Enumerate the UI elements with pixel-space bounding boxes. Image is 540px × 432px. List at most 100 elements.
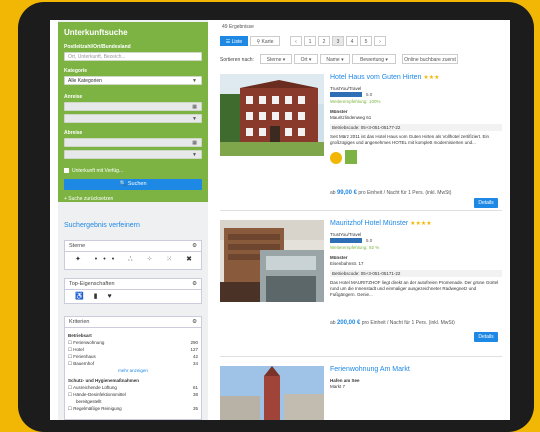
criteria-item[interactable]: ☐ Bauernhof 34 (68, 360, 198, 367)
hotel-street: Mauritzlindenweg 61 (330, 115, 372, 120)
page-3[interactable]: 3 (332, 36, 344, 46)
page-2[interactable]: 2 (318, 36, 330, 46)
map-view-button[interactable]: ⚲ Karte (250, 36, 280, 46)
details-button[interactable]: Details (474, 198, 498, 208)
search-panel: Unterkunftsuche Postleitzahl/Ort/Bundesl… (58, 22, 208, 202)
price-suffix: pro Einheit / Nacht für 1 Pers. (inkl. M… (361, 320, 455, 326)
sort-stars-label: Sterne (266, 57, 282, 63)
result-card: Hotel Haus vom Guten Hirten ★★★ TrustYou… (220, 70, 502, 211)
price-prefix: ab (330, 190, 336, 196)
availability-label: Unterkunft mit Verfüg... (72, 168, 124, 174)
departure-input[interactable]: ▦ (64, 138, 202, 147)
chevron-down-icon: ▼ (192, 116, 197, 122)
price-line: ab 99,00 € pro Einheit / Nacht für 1 Per… (330, 190, 451, 196)
criteria-item[interactable]: ☐ Ferienwohnung 290 (68, 339, 198, 346)
registration-code: Betriebscode: 05+3-051-05171-22 (330, 270, 502, 277)
list-view-button[interactable]: ☰ Liste (220, 36, 248, 46)
calendar-icon: ▦ (192, 140, 197, 146)
hotel-photo[interactable] (220, 220, 324, 302)
criteria-item-label: Ausreichende Lüftung (73, 385, 117, 390)
page-prev[interactable]: ‹ (290, 36, 302, 46)
online-bookable-button[interactable]: Online buchbare zuerst (402, 54, 458, 64)
reset-search-link[interactable]: + Suche zurücksetzen (64, 196, 113, 202)
hotel-stars: ★★★★ (410, 221, 432, 227)
stars-filter-header[interactable]: Sterne ⚙ (64, 240, 202, 252)
criteria-item-continued: bereitgestellt (76, 399, 102, 404)
criteria-list: Betriebsart ☐ Ferienwohnung 290 ☐ Hotel 12… (68, 332, 206, 412)
criteria-item-label: Regelmäßige Reinigung (73, 406, 122, 411)
price-suffix: pro Einheit / Nacht für 1 Pers. (inkl. M… (358, 190, 452, 196)
stars-filter-label: Sterne (69, 243, 86, 249)
result-card: Mauritzhof Hotel Münster ★★★★ TrustYou/T… (220, 216, 502, 357)
chevron-down-icon: ▼ (192, 78, 197, 84)
details-button[interactable]: Details (474, 332, 498, 342)
availability-checkbox[interactable]: Unterkunft mit Verfüg... (64, 168, 123, 174)
gear-icon: ⚙ (192, 319, 197, 325)
hotel-name-link[interactable]: Mauritzhof Hotel Münster ★★★★ (330, 220, 432, 227)
more-link[interactable]: mehr anzeigen (68, 367, 198, 374)
criteria-item[interactable]: ☐ Regelmäßige Reinigung 35 (68, 405, 198, 412)
location-input[interactable]: Ort, Unterkunft, Bezeich... (64, 52, 202, 61)
hotel-name-link[interactable]: Hotel Haus vom Guten Hirten ★★★ (330, 74, 440, 81)
criteria-item-label: Ferienwohnung (73, 340, 105, 345)
page-1[interactable]: 1 (304, 36, 316, 46)
top-features-header[interactable]: Top-Eigenschaften ⚙ (64, 278, 202, 290)
criteria-header[interactable]: Kriterien ⚙ (64, 316, 202, 328)
page-next[interactable]: › (374, 36, 386, 46)
gear-icon: ⚙ (192, 281, 197, 287)
sort-label: Sortieren nach: (220, 57, 254, 63)
calendar-icon: ▦ (192, 104, 197, 110)
sort-city-button[interactable]: Ort ▾ (294, 54, 318, 64)
search-button[interactable]: 🔍 Suchen (64, 179, 202, 190)
price-value: 200,00 € (336, 320, 361, 326)
sort-rating-button[interactable]: Bewertung ▾ (352, 54, 396, 64)
page-4[interactable]: 4 (346, 36, 358, 46)
checkbox-icon (64, 168, 69, 174)
trust-label: TrustYou/Travel (330, 232, 362, 237)
criteria-item[interactable]: ☐ Ferienhaus 42 (68, 353, 198, 360)
criteria-count: 61 (192, 385, 198, 390)
certificate-badge-icon (330, 152, 342, 164)
sort-name-label: Name (326, 57, 340, 63)
arrival-date-select[interactable]: ▼ (64, 114, 202, 123)
sort-stars-button[interactable]: Sterne ▾ (260, 54, 292, 64)
results-area: 49 Ergebnisse ☰ Liste ⚲ Karte ‹ 1 2 3 4 … (216, 20, 506, 420)
sort-name-button[interactable]: Name ▾ (320, 54, 350, 64)
departure-date-select[interactable]: ▼ (64, 150, 202, 159)
hotel-name: Hotel Haus vom Guten Hirten (330, 74, 422, 81)
eco-badge-icon (345, 150, 357, 164)
hotel-street: Markt 7 (330, 384, 346, 389)
registration-code: Betriebscode: 05+3-051-05177-22 (330, 124, 502, 131)
rating-score: 5.0 (366, 92, 373, 97)
criteria-item[interactable]: ☐ Hände-Desinfektionsmittel 38 (68, 391, 198, 398)
hotel-name: Mauritzhof Hotel Münster (330, 220, 409, 227)
hotel-photo[interactable] (220, 74, 324, 156)
hotel-name-link[interactable]: Ferienwohnung Am Markt (330, 366, 410, 373)
result-card: Ferienwohnung Am Markt Hafen am See Mark… (220, 362, 502, 420)
location-label: Postleitzahl/Ort/Bundesland (64, 44, 131, 50)
map-view-label: Karte (261, 39, 274, 45)
feature-icons[interactable]: ♿ ▮ ♥ (75, 292, 116, 300)
category-select[interactable]: Alle Kategorien ▼ (64, 76, 202, 85)
hotel-city: Hafen am See (330, 378, 360, 383)
hotel-photo[interactable] (220, 366, 324, 420)
category-label: Kategorie (64, 68, 88, 74)
page-5[interactable]: 5 (360, 36, 372, 46)
trust-label: TrustYou/Travel (330, 86, 362, 91)
star-rating-icons[interactable]: ✦ ••• ∴ ⁘ ⁙ ✖ (75, 255, 198, 263)
sort-rating-label: Bewertung (360, 57, 384, 63)
hotel-description: Das Hotel MAURITZHOF liegt direkt an der… (330, 280, 499, 297)
hotel-stars: ★★★ (423, 75, 440, 81)
criteria-item-label: Hände-Desinfektionsmittel (73, 392, 126, 397)
recommend-rate: Weiterempfehlung: 92 % (330, 245, 380, 250)
criteria-count: 127 (190, 347, 198, 352)
criteria-item[interactable]: ☐ Ausreichende Lüftung 61 (68, 384, 198, 391)
top-features-body: ♿ ▮ ♥ (64, 290, 202, 304)
rating-score: 5.0 (366, 238, 373, 243)
top-features-label: Top-Eigenschaften (69, 281, 115, 287)
arrival-input[interactable]: ▦ (64, 102, 202, 111)
criteria-item[interactable]: ☐ Hotel 127 (68, 346, 198, 353)
result-count: 49 Ergebnisse (222, 24, 254, 30)
list-view-label: Liste (231, 39, 243, 45)
hotel-city: Münster (330, 255, 348, 260)
